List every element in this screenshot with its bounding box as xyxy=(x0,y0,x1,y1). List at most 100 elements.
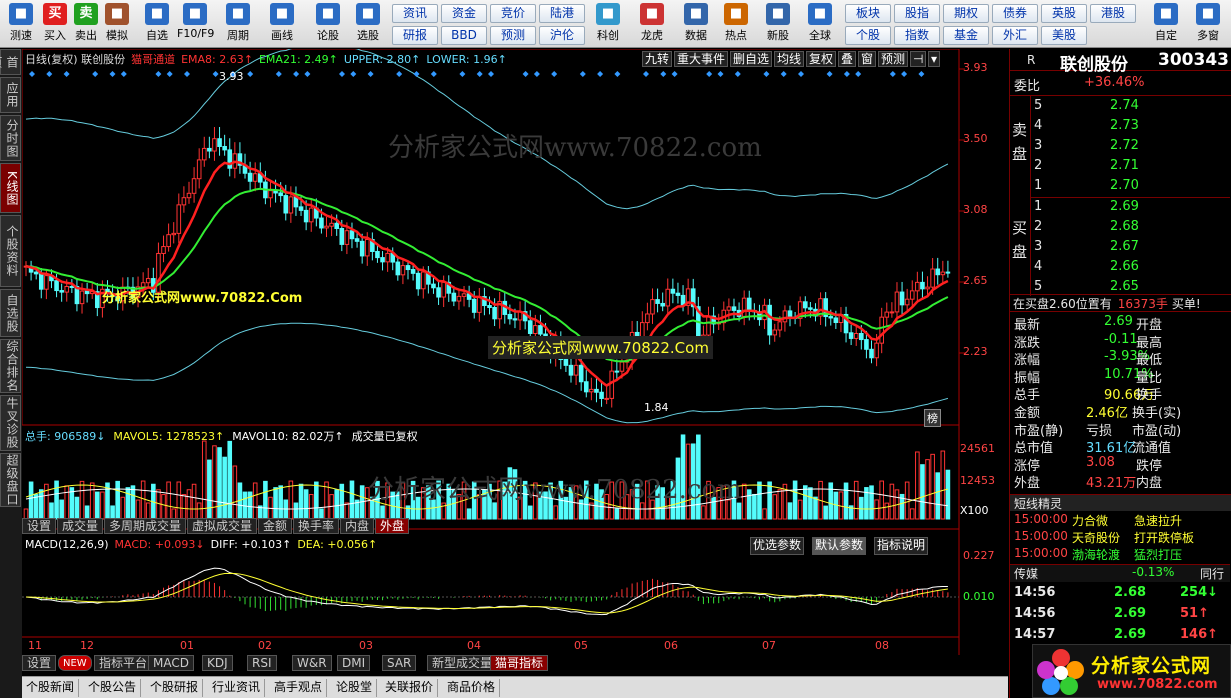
news-tab[interactable]: 个股公告 xyxy=(84,679,142,697)
volume-subtab[interactable]: 设置 xyxy=(22,518,57,534)
left-tab[interactable]: 分时图 xyxy=(0,115,21,161)
toolbar-discuss-button[interactable]: ■ 论股 xyxy=(310,2,346,46)
chart-top-tab[interactable]: 删自选 xyxy=(730,51,773,67)
chart-top-tab[interactable]: 复权 xyxy=(806,51,837,67)
chart-top-tab[interactable]: 叠 xyxy=(838,51,857,67)
toolbar-dragon-button[interactable]: ■ 龙虎 xyxy=(632,2,672,46)
toolbar-grid2-button[interactable]: 债券 xyxy=(992,4,1038,23)
alert-event: 猛烈打压 xyxy=(1134,548,1183,562)
toolbar-grid-button[interactable]: 研报 xyxy=(392,26,438,45)
pin-icon[interactable]: ⊣ xyxy=(910,51,927,67)
toolbar-hammer-button[interactable]: ■ 模拟 xyxy=(99,2,135,46)
left-tab[interactable]: 综合排名 xyxy=(0,339,21,393)
volume-subtab[interactable]: 换手率 xyxy=(293,518,340,534)
jingling-title[interactable]: 短线精灵 xyxy=(1010,494,1231,511)
macd-param-button[interactable]: 优选参数 xyxy=(750,537,805,555)
indicator-tab[interactable]: KDJ xyxy=(202,655,233,671)
indicator-tab[interactable]: DMI xyxy=(337,655,371,671)
left-tab[interactable]: 自选股 xyxy=(0,289,21,337)
toolbar-ipo-button[interactable]: ■ 新股 xyxy=(758,2,798,46)
indicator-tab[interactable]: 指标平台 xyxy=(94,655,153,671)
alert-row[interactable]: 15:00:00 渤海轮渡 猛烈打压 xyxy=(1010,546,1230,564)
toolbar-pen-button[interactable]: ■ 画线 xyxy=(264,2,300,46)
toolbar-pe-button[interactable]: ■ 数据 xyxy=(676,2,716,46)
left-tab[interactable]: 个股资料 xyxy=(0,215,21,287)
indicator-tab[interactable]: W&R xyxy=(292,655,332,671)
news-tab[interactable]: 个股研报 xyxy=(146,679,204,697)
macd-param-button[interactable]: 指标说明 xyxy=(874,537,929,555)
volume-subtab[interactable]: 外盘 xyxy=(375,518,410,534)
toolbar-star-button[interactable]: ■ 自选 xyxy=(139,2,175,46)
left-tab[interactable]: 应用 xyxy=(0,77,21,113)
toolbar-grid-button[interactable]: 沪伦 xyxy=(539,26,585,45)
toolbar-grid-button[interactable]: 陆港 xyxy=(539,4,585,23)
toolbar-speed-button[interactable]: ■ 测速 xyxy=(3,2,39,46)
toolbar-grid-button[interactable]: BBD xyxy=(441,26,487,45)
toolbar-multi-window-button[interactable]: ■ 多窗 xyxy=(1189,2,1227,46)
news-tab[interactable]: 商品价格 xyxy=(443,679,501,697)
left-tab[interactable]: 首页 xyxy=(0,49,21,75)
toolbar-grid2-button[interactable]: 基金 xyxy=(943,26,989,45)
news-tab[interactable]: 高手观点 xyxy=(270,679,328,697)
peer-button[interactable]: 同行 xyxy=(1200,565,1224,582)
volume-bar xyxy=(787,502,793,520)
indicator-name[interactable]: 猫哥通道 xyxy=(131,53,175,66)
toolbar-chart-button[interactable]: ■ 科创 xyxy=(588,2,628,46)
alert-row[interactable]: 15:00:00 力合微 急速拉升 xyxy=(1010,512,1230,530)
volume-bar xyxy=(166,481,171,520)
indicator-tab[interactable]: SAR xyxy=(382,655,417,671)
toolbar-grid2-button[interactable]: 港股 xyxy=(1090,4,1136,23)
alert-row[interactable]: 15:00:00 天奇股份 打开跌停板 xyxy=(1010,529,1230,547)
toolbar-grid-button[interactable]: 资讯 xyxy=(392,4,438,23)
toolbar-grid-button[interactable]: 竞价 xyxy=(490,4,536,23)
signal-diamond-icon xyxy=(304,71,311,77)
toolbar-grid2-button[interactable]: 外汇 xyxy=(992,26,1038,45)
macd-param-button[interactable]: 默认参数 xyxy=(812,537,867,555)
indicator-tab[interactable]: 新型成交量 xyxy=(427,655,498,671)
volume-subtab[interactable]: 金额 xyxy=(258,518,293,534)
rank-badge[interactable]: 榜 xyxy=(924,409,941,427)
toolbar-grid2-button[interactable]: 英股 xyxy=(1041,4,1087,23)
toolbar-clock-button[interactable]: ■ 周期 xyxy=(220,2,256,46)
indicator-tab[interactable]: 设置 xyxy=(22,655,57,671)
toolbar-grid2-button[interactable]: 个股 xyxy=(845,26,891,45)
volume-subtab[interactable]: 成交量 xyxy=(57,518,104,534)
indicator-tab[interactable]: RSI xyxy=(247,655,277,671)
news-tab[interactable]: 个股新闻 xyxy=(22,679,80,697)
toolbar-grid2-button[interactable]: 美股 xyxy=(1041,26,1087,45)
indicator-tab[interactable]: 猫哥指标 xyxy=(490,655,549,671)
indicator-tab[interactable]: MACD xyxy=(148,655,194,671)
kline-chart-area[interactable]: 分析家公式网www.70822.com 分析家公式网www.70822.com 分析… xyxy=(22,49,1008,671)
chart-top-tab[interactable]: 九转 xyxy=(642,51,673,67)
toolbar-globe-button[interactable]: ■ 全球 xyxy=(800,2,840,46)
chart-top-tab[interactable]: 均线 xyxy=(774,51,805,67)
volume-subtab[interactable]: 虚拟成交量 xyxy=(187,518,258,534)
left-tab[interactable]: K线图 xyxy=(0,163,21,213)
volume-subtab[interactable]: 多周期成交量 xyxy=(104,518,187,534)
volume-bar xyxy=(283,499,289,520)
chart-top-tab[interactable]: 预测 xyxy=(878,51,909,67)
toolbar-f10-button[interactable]: ■ F10/F9 xyxy=(177,2,214,46)
toolbar-grid2-button[interactable]: 指数 xyxy=(894,26,940,45)
hot-icon: ■ xyxy=(724,3,748,25)
left-tab[interactable]: 牛叉诊股 xyxy=(0,395,21,451)
sector-row[interactable]: 传媒 -0.13% 同行 xyxy=(1010,564,1230,582)
signal-diamond-icon xyxy=(901,71,908,77)
toolbar-hot-button[interactable]: ■ 热点 xyxy=(716,2,756,46)
toolbar-custom-button[interactable]: ■ 自定 xyxy=(1147,2,1185,46)
chart-top-tab[interactable]: 窗 xyxy=(858,51,877,67)
volume-subtab[interactable]: 内盘 xyxy=(340,518,375,534)
toolbar-grid2-button[interactable]: 板块 xyxy=(845,4,891,23)
toolbar-grid2-button[interactable]: 股指 xyxy=(894,4,940,23)
stat-label: 内盘 xyxy=(1136,476,1163,492)
left-tab[interactable]: 超级盘口 xyxy=(0,453,21,507)
toolbar-grid-button[interactable]: 资金 xyxy=(441,4,487,23)
chart-top-tab[interactable]: 重大事件 xyxy=(674,51,729,67)
expand-icon[interactable]: ▾ xyxy=(928,51,941,67)
news-tab[interactable]: 行业资讯 xyxy=(208,679,266,697)
news-tab[interactable]: 关联报价 xyxy=(381,679,439,697)
toolbar-select-stock-button[interactable]: ■ 选股 xyxy=(350,2,386,46)
toolbar-grid-button[interactable]: 预测 xyxy=(490,26,536,45)
news-tab[interactable]: 论股堂 xyxy=(332,679,378,697)
toolbar-grid2-button[interactable]: 期权 xyxy=(943,4,989,23)
